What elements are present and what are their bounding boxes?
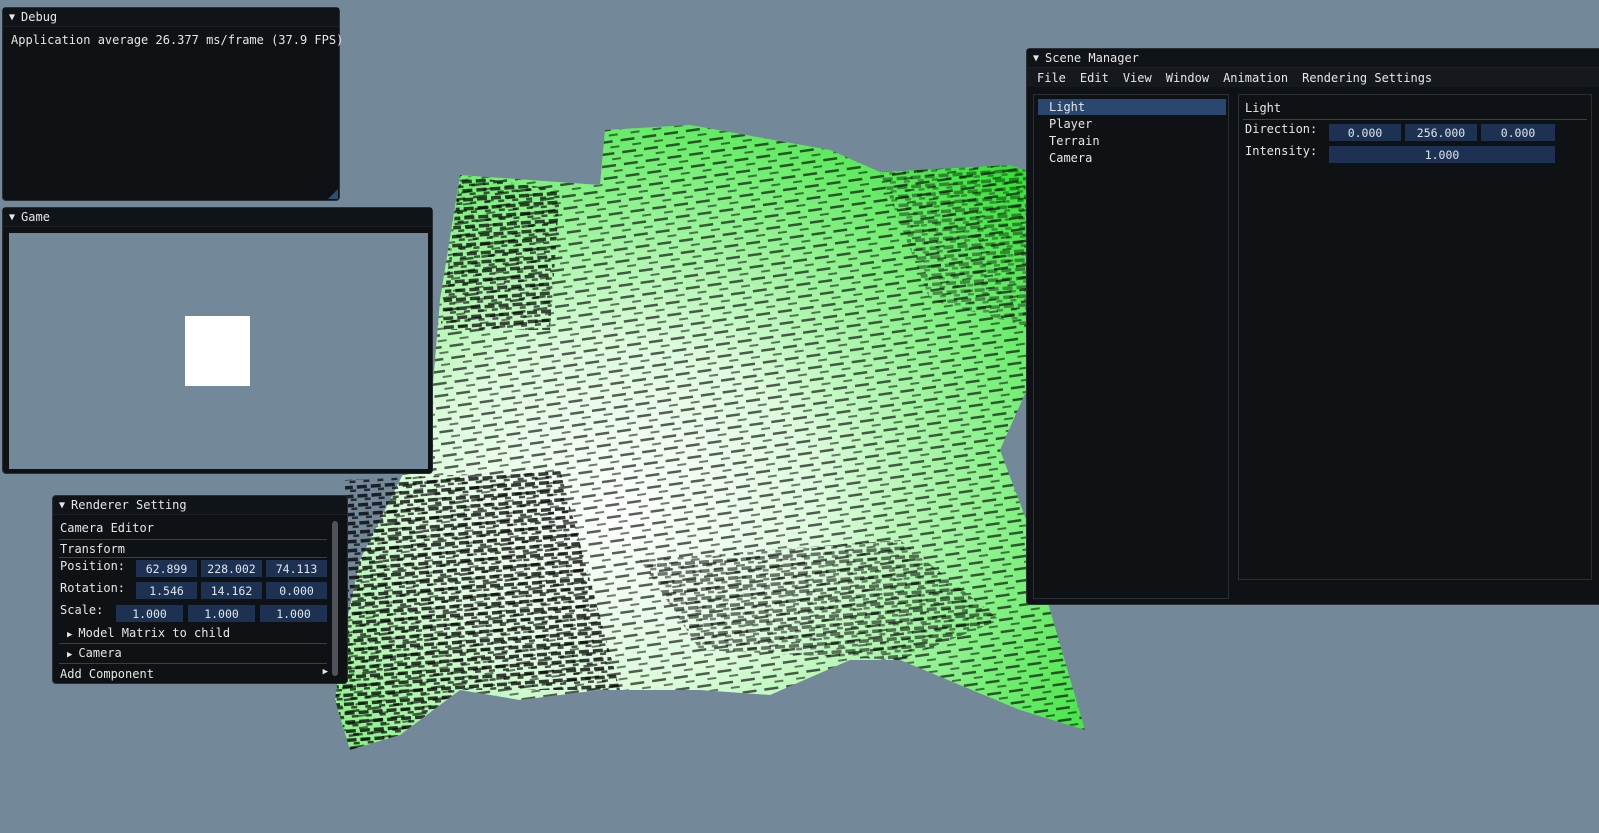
scale-x-field[interactable]: 1.000 [116, 605, 183, 622]
submenu-arrow-icon: ▶ [322, 667, 328, 677]
model-matrix-node[interactable]: ▶ Model Matrix to child [67, 626, 230, 640]
hierarchy-item-label: Camera [1049, 151, 1093, 165]
hierarchy-item-player[interactable]: Player [1038, 116, 1226, 132]
renderer-title: Renderer Setting [71, 498, 187, 512]
hierarchy-item-label: Terrain [1049, 134, 1100, 148]
rotation-label: Rotation: [60, 581, 126, 595]
rotation-y-field[interactable]: 14.162 [201, 582, 262, 599]
rotation-x-field[interactable]: 1.546 [136, 582, 197, 599]
menu-edit[interactable]: Edit [1080, 71, 1109, 85]
hierarchy-item-terrain[interactable]: Terrain [1038, 133, 1226, 149]
add-component-button[interactable]: Add Component ▶ [60, 667, 328, 681]
collapse-arrow-icon[interactable]: ▼ [9, 12, 15, 23]
collapse-arrow-icon[interactable]: ▼ [9, 212, 15, 223]
scene-manager-window[interactable]: ▼ Scene Manager File Edit View Window An… [1026, 48, 1599, 605]
position-z-field[interactable]: 74.113 [266, 560, 327, 577]
collapse-arrow-icon[interactable]: ▼ [1033, 53, 1039, 64]
divider [59, 557, 327, 558]
menu-rendering-settings[interactable]: Rendering Settings [1302, 71, 1432, 85]
hierarchy-item-light[interactable]: Light [1038, 99, 1226, 115]
menu-animation[interactable]: Animation [1223, 71, 1288, 85]
expand-arrow-icon: ▶ [67, 630, 73, 640]
menu-view[interactable]: View [1123, 71, 1152, 85]
intensity-label: Intensity: [1245, 144, 1318, 158]
scale-z-field[interactable]: 1.000 [260, 605, 327, 622]
camera-node[interactable]: ▶ Camera [67, 646, 122, 660]
menu-file[interactable]: File [1037, 71, 1066, 85]
camera-editor-heading: Camera Editor [60, 521, 154, 535]
hierarchy-item-label: Player [1049, 117, 1093, 131]
collapse-arrow-icon[interactable]: ▼ [59, 500, 65, 511]
position-label: Position: [60, 559, 126, 573]
direction-x-field[interactable]: 0.000 [1329, 124, 1401, 141]
game-viewport[interactable] [9, 233, 428, 469]
debug-title: Debug [21, 10, 58, 24]
transform-heading: Transform [60, 542, 126, 556]
player-square [185, 316, 250, 386]
direction-y-field[interactable]: 256.000 [1405, 124, 1477, 141]
divider [59, 539, 327, 540]
resize-grip-icon[interactable] [328, 189, 338, 199]
renderer-setting-window[interactable]: ▼ Renderer Setting Camera Editor Transfo… [52, 495, 348, 684]
model-matrix-label: Model Matrix to child [78, 626, 231, 640]
fps-readout: Application average 26.377 ms/frame (37.… [11, 33, 344, 47]
direction-z-field[interactable]: 0.000 [1481, 124, 1555, 141]
divider [59, 663, 327, 664]
add-component-label: Add Component [60, 667, 154, 681]
hierarchy-item-label: Light [1049, 100, 1086, 114]
position-y-field[interactable]: 228.002 [201, 560, 262, 577]
scale-y-field[interactable]: 1.000 [188, 605, 255, 622]
position-x-field[interactable]: 62.899 [136, 560, 197, 577]
menu-window[interactable]: Window [1166, 71, 1209, 85]
renderer-titlebar[interactable]: ▼ Renderer Setting [53, 496, 347, 515]
scene-title: Scene Manager [1045, 51, 1139, 65]
game-titlebar[interactable]: ▼ Game [3, 208, 432, 227]
debug-titlebar[interactable]: ▼ Debug [3, 8, 339, 27]
menu-bar: File Edit View Window Animation Renderin… [1027, 68, 1599, 87]
expand-arrow-icon: ▶ [67, 650, 73, 660]
divider [1243, 119, 1587, 120]
scrollbar[interactable] [332, 521, 338, 676]
game-title: Game [21, 210, 50, 224]
game-window[interactable]: ▼ Game [2, 207, 433, 474]
hierarchy-panel: Light Player Terrain Camera [1033, 94, 1229, 599]
divider [59, 643, 327, 644]
scale-label: Scale: [60, 603, 104, 617]
camera-node-label: Camera [78, 646, 122, 660]
hierarchy-item-camera[interactable]: Camera [1038, 150, 1226, 166]
scene-titlebar[interactable]: ▼ Scene Manager [1027, 49, 1599, 68]
debug-window[interactable]: ▼ Debug Application average 26.377 ms/fr… [2, 7, 344, 201]
direction-label: Direction: [1245, 122, 1318, 136]
inspector-panel: Light Direction: 0.000 256.000 0.000 Int… [1238, 94, 1592, 580]
inspector-title: Light [1245, 101, 1282, 115]
rotation-z-field[interactable]: 0.000 [266, 582, 327, 599]
intensity-field[interactable]: 1.000 [1329, 146, 1555, 163]
